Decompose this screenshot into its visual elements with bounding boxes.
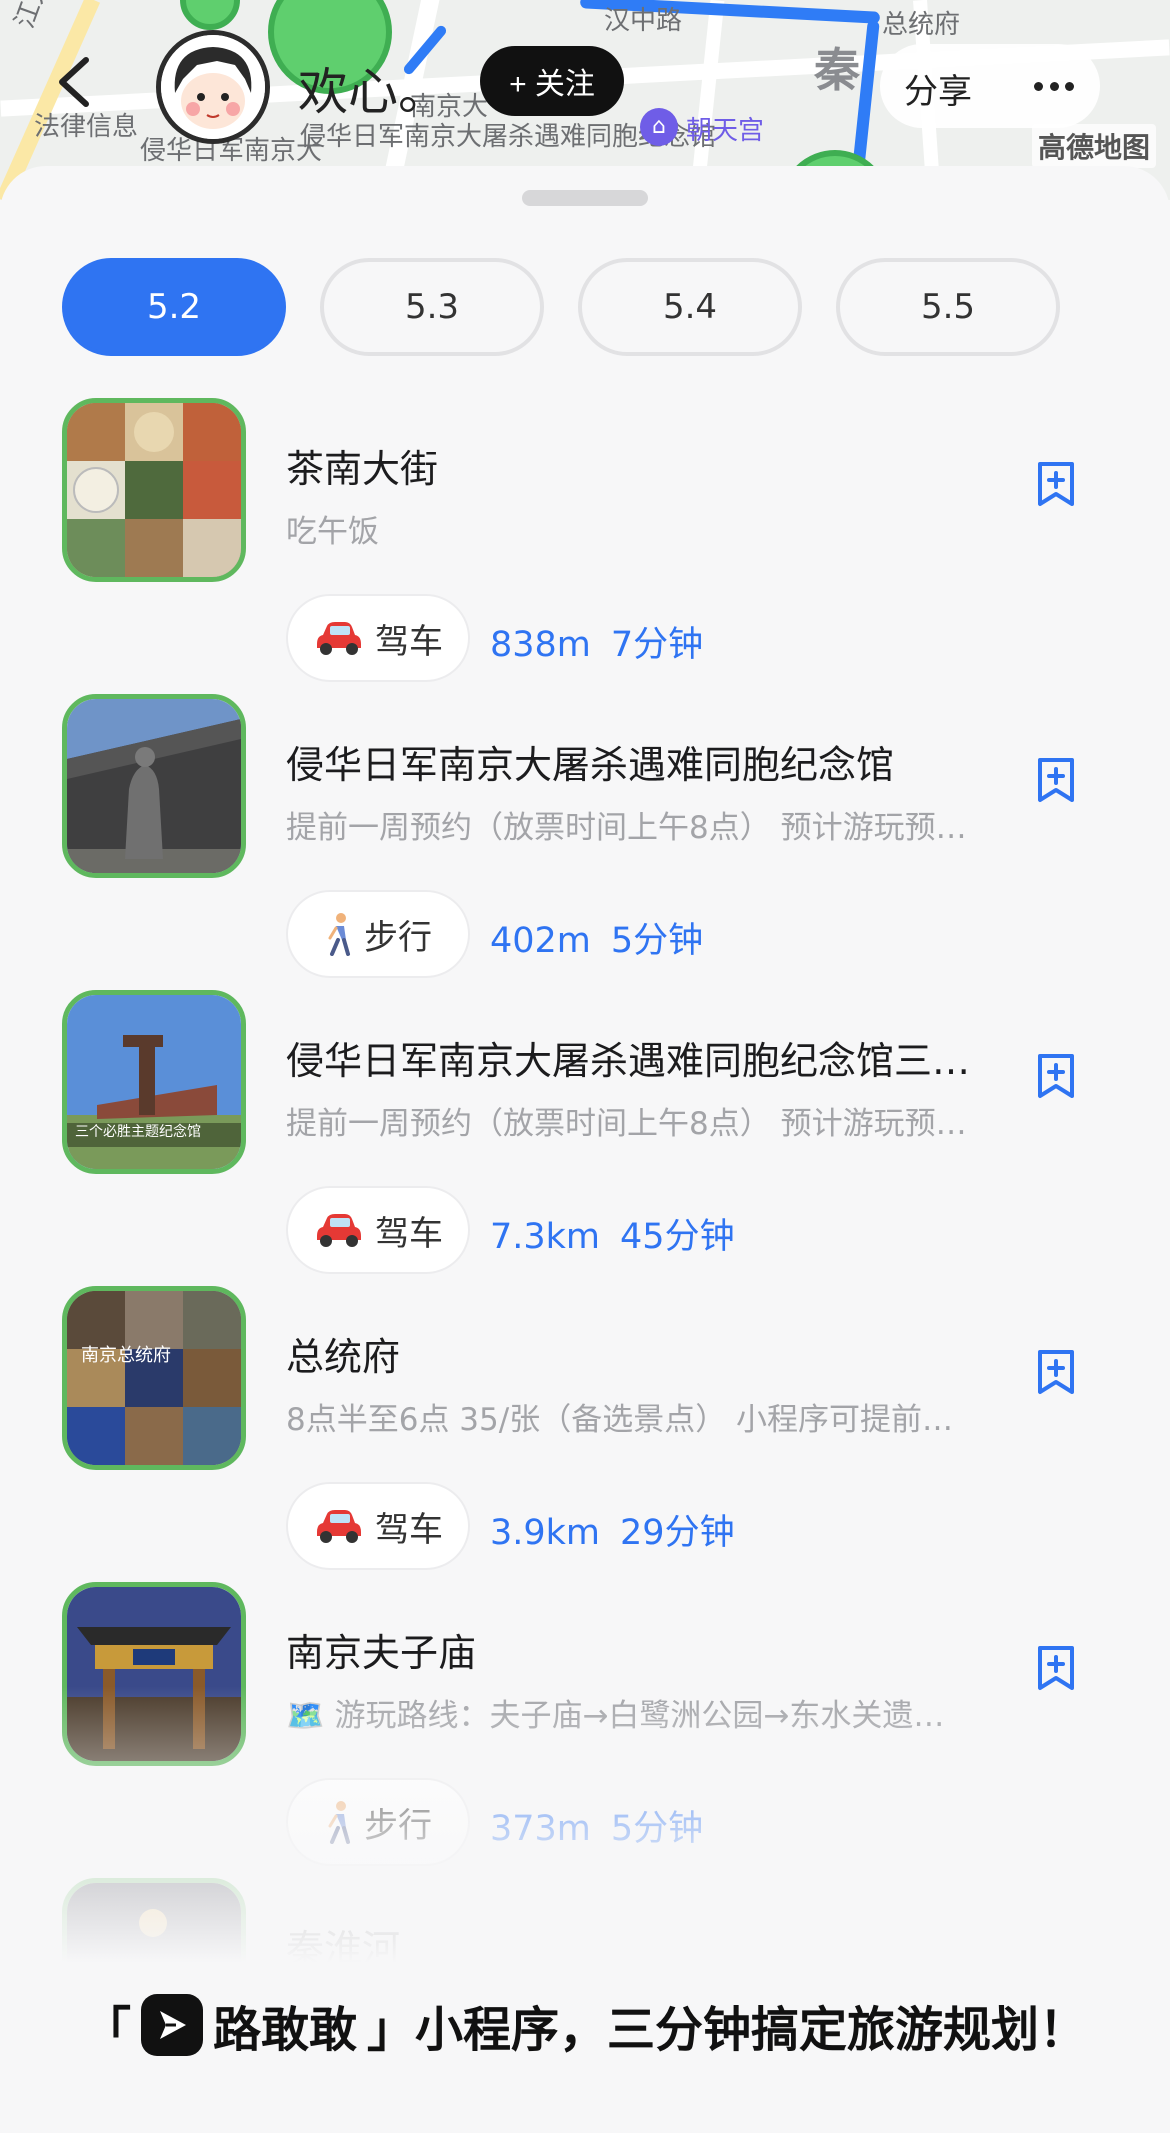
route-summary: 7.3km 45分钟 bbox=[490, 1208, 735, 1259]
distance-text: 838m bbox=[490, 625, 591, 665]
place-title: 总统府 bbox=[286, 1335, 401, 1379]
route-summary: 402m 5分钟 bbox=[490, 912, 703, 963]
share-button[interactable]: 分享 bbox=[904, 64, 972, 113]
place-title: 侵华日军南京大屠杀遇难同胞纪念馆 bbox=[286, 743, 895, 787]
place-title: 南京夫子庙 bbox=[286, 1631, 477, 1675]
bookmark-add-icon[interactable] bbox=[1034, 1348, 1078, 1396]
banner-app-name: 路敢敢 bbox=[212, 2002, 357, 2058]
place-note: 🗺️ 游玩路线：夫子庙→白鹭洲公园→东水关遗… bbox=[286, 1698, 945, 1734]
transport-mode-button[interactable]: 步行 bbox=[286, 890, 470, 978]
route-summary: 373m 5分钟 bbox=[490, 1800, 703, 1851]
memorial-hall-image bbox=[67, 995, 241, 1169]
map-pin-icon[interactable] bbox=[180, 0, 240, 30]
day-tab[interactable]: 5.3 bbox=[320, 258, 544, 356]
car-icon bbox=[317, 622, 361, 655]
transport-mode-button[interactable]: 步行 bbox=[286, 1778, 470, 1866]
distance-text: 7.3km bbox=[490, 1217, 601, 1257]
map-label: 江大道 bbox=[4, 0, 65, 33]
thumbnail-caption: 三个必胜主题纪念馆 bbox=[75, 1124, 201, 1140]
banner-open-quote: 「 bbox=[82, 2002, 131, 2058]
list-item[interactable]: 茶南大街 吃午饭 驾车 838m 7分钟 bbox=[0, 398, 1170, 694]
route-summary: 3.9km 29分钟 bbox=[490, 1504, 735, 1555]
distance-text: 3.9km bbox=[490, 1513, 601, 1553]
day-tabs: 5.2 5.3 5.4 5.5 bbox=[62, 258, 1060, 358]
place-title: 侵华日军南京大屠杀遇难同胞纪念馆三… bbox=[286, 1039, 971, 1083]
food-collage-image bbox=[67, 403, 241, 577]
walk-icon bbox=[328, 1801, 350, 1844]
transport-mode-button[interactable]: 驾车 bbox=[286, 594, 470, 682]
day-tab[interactable]: 5.2 bbox=[62, 258, 286, 356]
presidential-palace-collage-image bbox=[67, 1291, 241, 1465]
bookmark-add-icon[interactable] bbox=[1034, 756, 1078, 804]
place-thumbnail[interactable]: 三个必胜主题纪念馆 bbox=[62, 990, 246, 1174]
place-thumbnail[interactable] bbox=[62, 1582, 246, 1766]
transport-mode-label: 驾车 bbox=[375, 621, 443, 662]
place-thumbnail[interactable] bbox=[62, 694, 246, 878]
banner-text: 」小程序，三分钟搞定旅游规划！ bbox=[367, 2002, 1088, 2058]
confucius-temple-gate-image bbox=[67, 1587, 241, 1761]
place-title: 茶南大街 bbox=[286, 447, 439, 491]
day-tab[interactable]: 5.5 bbox=[836, 258, 1060, 356]
chevron-left-icon bbox=[59, 57, 89, 107]
top-bar: 欢心。 + 关注 分享 bbox=[0, 30, 1170, 144]
share-more-capsule: 分享 bbox=[880, 44, 1100, 128]
avatar[interactable] bbox=[156, 30, 270, 144]
username[interactable]: 欢心。 bbox=[298, 52, 448, 124]
memorial-statue-image bbox=[67, 699, 241, 873]
bookmark-add-icon[interactable] bbox=[1034, 1644, 1078, 1692]
duration-text: 7分钟 bbox=[610, 625, 704, 665]
list-item[interactable]: 南京夫子庙 🗺️ 游玩路线：夫子庙→白鹭洲公园→东水关遗… 步行 373m 5分… bbox=[0, 1582, 1170, 1878]
more-dots-icon[interactable] bbox=[1034, 82, 1074, 92]
list-item[interactable]: 三个必胜主题纪念馆 侵华日军南京大屠杀遇难同胞纪念馆三… 提前一周预约（放票时间… bbox=[0, 990, 1170, 1286]
transport-mode-label: 驾车 bbox=[375, 1213, 443, 1254]
itinerary-sheet: 5.2 5.3 5.4 5.5 茶南大街 吃午饭 驾车 838m 7分钟 侵华日… bbox=[0, 166, 1170, 2133]
list-item[interactable]: 南京总统府 总统府 8点半至6点 35/张（备选景点） 小程序可提前… 驾车 3… bbox=[0, 1286, 1170, 1582]
place-list: 茶南大街 吃午饭 驾车 838m 7分钟 侵华日军南京大屠杀遇难同胞纪念馆 提前… bbox=[0, 398, 1170, 2133]
transport-mode-label: 驾车 bbox=[375, 1509, 443, 1550]
transport-mode-button[interactable]: 驾车 bbox=[286, 1482, 470, 1570]
bookmark-add-icon[interactable] bbox=[1034, 460, 1078, 508]
sheet-drag-handle[interactable] bbox=[522, 190, 648, 206]
promo-banner[interactable]: 「 路敢敢 」小程序，三分钟搞定旅游规划！ bbox=[0, 1990, 1170, 2060]
transport-mode-label: 步行 bbox=[364, 1805, 432, 1846]
place-thumbnail[interactable] bbox=[62, 398, 246, 582]
car-icon bbox=[317, 1214, 361, 1247]
back-button[interactable] bbox=[46, 54, 102, 110]
bookmark-add-icon[interactable] bbox=[1034, 1052, 1078, 1100]
car-icon bbox=[317, 1510, 361, 1543]
place-note: 吃午饭 bbox=[286, 514, 379, 550]
distance-text: 402m bbox=[490, 921, 591, 961]
thumbnail-caption: 南京总统府 bbox=[81, 1345, 171, 1366]
place-title: 秦淮河 bbox=[286, 1927, 401, 1971]
place-note: 提前一周预约（放票时间上午8点） 预计游玩预… bbox=[286, 1106, 967, 1142]
follow-button[interactable]: + 关注 bbox=[480, 46, 624, 116]
place-thumbnail[interactable]: 南京总统府 bbox=[62, 1286, 246, 1470]
route-summary: 838m 7分钟 bbox=[490, 616, 703, 667]
walk-icon bbox=[328, 913, 350, 956]
avatar-illustration bbox=[161, 35, 265, 139]
transport-mode-label: 步行 bbox=[364, 917, 432, 958]
place-note: 提前一周预约（放票时间上午8点） 预计游玩预… bbox=[286, 810, 967, 846]
app-logo-icon bbox=[140, 1994, 203, 2056]
distance-text: 373m bbox=[490, 1809, 591, 1849]
duration-text: 5分钟 bbox=[610, 1809, 704, 1849]
place-note: 8点半至6点 35/张（备选景点） 小程序可提前… bbox=[286, 1402, 954, 1438]
day-tab[interactable]: 5.4 bbox=[578, 258, 802, 356]
transport-mode-button[interactable]: 驾车 bbox=[286, 1186, 470, 1274]
duration-text: 29分钟 bbox=[620, 1513, 735, 1553]
trip-plan-screen: 汉中路 总统府 法律信息 南京大 侵华日军南京大屠杀遇难同胞纪念馆 侵华日军南京… bbox=[0, 0, 1170, 2133]
duration-text: 5分钟 bbox=[610, 921, 704, 961]
duration-text: 45分钟 bbox=[620, 1217, 735, 1257]
list-item[interactable]: 侵华日军南京大屠杀遇难同胞纪念馆 提前一周预约（放票时间上午8点） 预计游玩预… bbox=[0, 694, 1170, 990]
